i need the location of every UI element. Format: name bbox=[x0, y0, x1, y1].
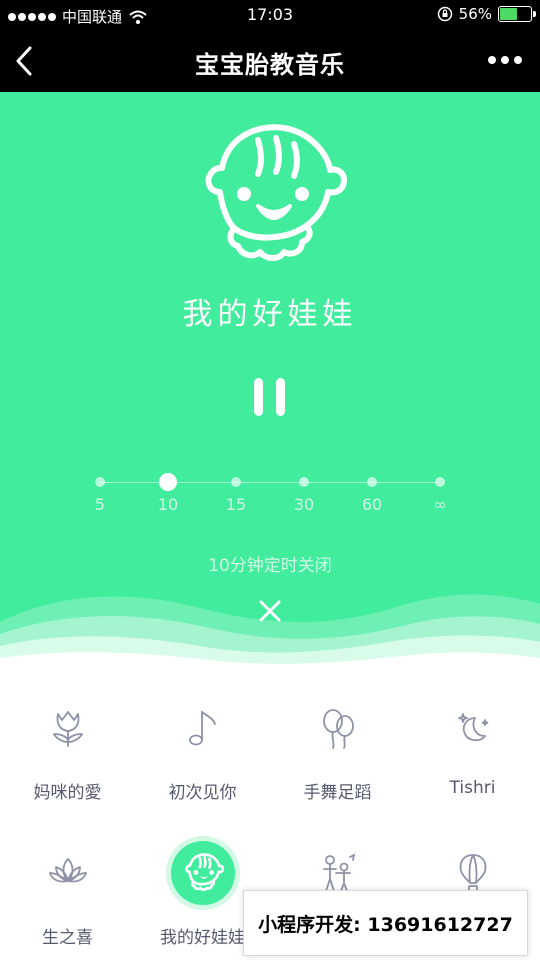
timer-option-label: ∞ bbox=[433, 495, 447, 514]
timer-option-label: 30 bbox=[293, 495, 315, 514]
timer-option-1[interactable]: 10 bbox=[138, 472, 198, 532]
baby-face-icon bbox=[205, 124, 347, 261]
moon-stars-icon bbox=[441, 696, 505, 760]
timer-option-label: 15 bbox=[225, 495, 247, 514]
song-title: 我的好娃娃 bbox=[182, 297, 358, 332]
pause-button[interactable] bbox=[246, 374, 294, 424]
tulip-icon bbox=[36, 696, 100, 760]
player-panel: 我的好娃娃 5 10 15 30 60 ∞ 10分钟定时关闭 bbox=[0, 92, 540, 672]
song-item[interactable]: 生之喜 bbox=[0, 841, 135, 960]
timer-option-label: 60 bbox=[361, 495, 383, 514]
close-icon bbox=[259, 600, 281, 622]
timer-dot bbox=[231, 477, 241, 487]
timer-option-label: 5 bbox=[94, 495, 106, 514]
baby-face-icon bbox=[170, 841, 235, 905]
page-title: 宝宝胎教音乐 bbox=[195, 51, 345, 79]
battery-icon bbox=[498, 6, 536, 22]
more-dots-icon bbox=[488, 56, 496, 64]
song-label: 初次见你 bbox=[168, 783, 237, 803]
timer-option-5[interactable]: ∞ bbox=[410, 472, 470, 532]
timer-option-0[interactable]: 5 bbox=[70, 472, 130, 532]
rotation-lock-icon bbox=[437, 6, 452, 22]
song-item[interactable]: 手舞足蹈 bbox=[270, 696, 405, 826]
pause-icon bbox=[254, 378, 263, 416]
song-item[interactable]: Tishri bbox=[405, 696, 540, 826]
ad-banner: 小程序开发: 13691612727 bbox=[243, 890, 528, 956]
timer-dot bbox=[159, 473, 177, 491]
song-label: 手舞足蹈 bbox=[303, 783, 372, 803]
lotus-icon bbox=[36, 841, 100, 905]
more-button[interactable] bbox=[488, 56, 522, 64]
timer-option-4[interactable]: 60 bbox=[342, 472, 402, 532]
status-right: 56% bbox=[437, 5, 536, 23]
status-bar: 中国联通 17:03 56% bbox=[0, 0, 540, 30]
music-note-icon bbox=[171, 696, 235, 760]
timer-option-label: 10 bbox=[157, 495, 179, 514]
battery-percent: 56% bbox=[458, 5, 492, 23]
close-timer-button[interactable] bbox=[256, 597, 284, 625]
timer-dot bbox=[299, 477, 309, 487]
timer-option-2[interactable]: 15 bbox=[206, 472, 266, 532]
timer-option-3[interactable]: 30 bbox=[274, 472, 334, 532]
battery-fill bbox=[500, 8, 517, 20]
song-label: 妈咪的愛 bbox=[33, 783, 102, 803]
song-label: Tishri bbox=[449, 778, 496, 798]
song-item[interactable]: 初次见你 bbox=[135, 696, 270, 826]
timer-dot bbox=[435, 477, 445, 487]
nav-bar: 宝宝胎教音乐 bbox=[0, 30, 540, 92]
timer-dot bbox=[95, 477, 105, 487]
song-label: 生之喜 bbox=[42, 928, 93, 948]
balloons-icon bbox=[306, 696, 370, 760]
timer-dot bbox=[367, 477, 377, 487]
song-item[interactable]: 妈咪的愛 bbox=[0, 696, 135, 826]
